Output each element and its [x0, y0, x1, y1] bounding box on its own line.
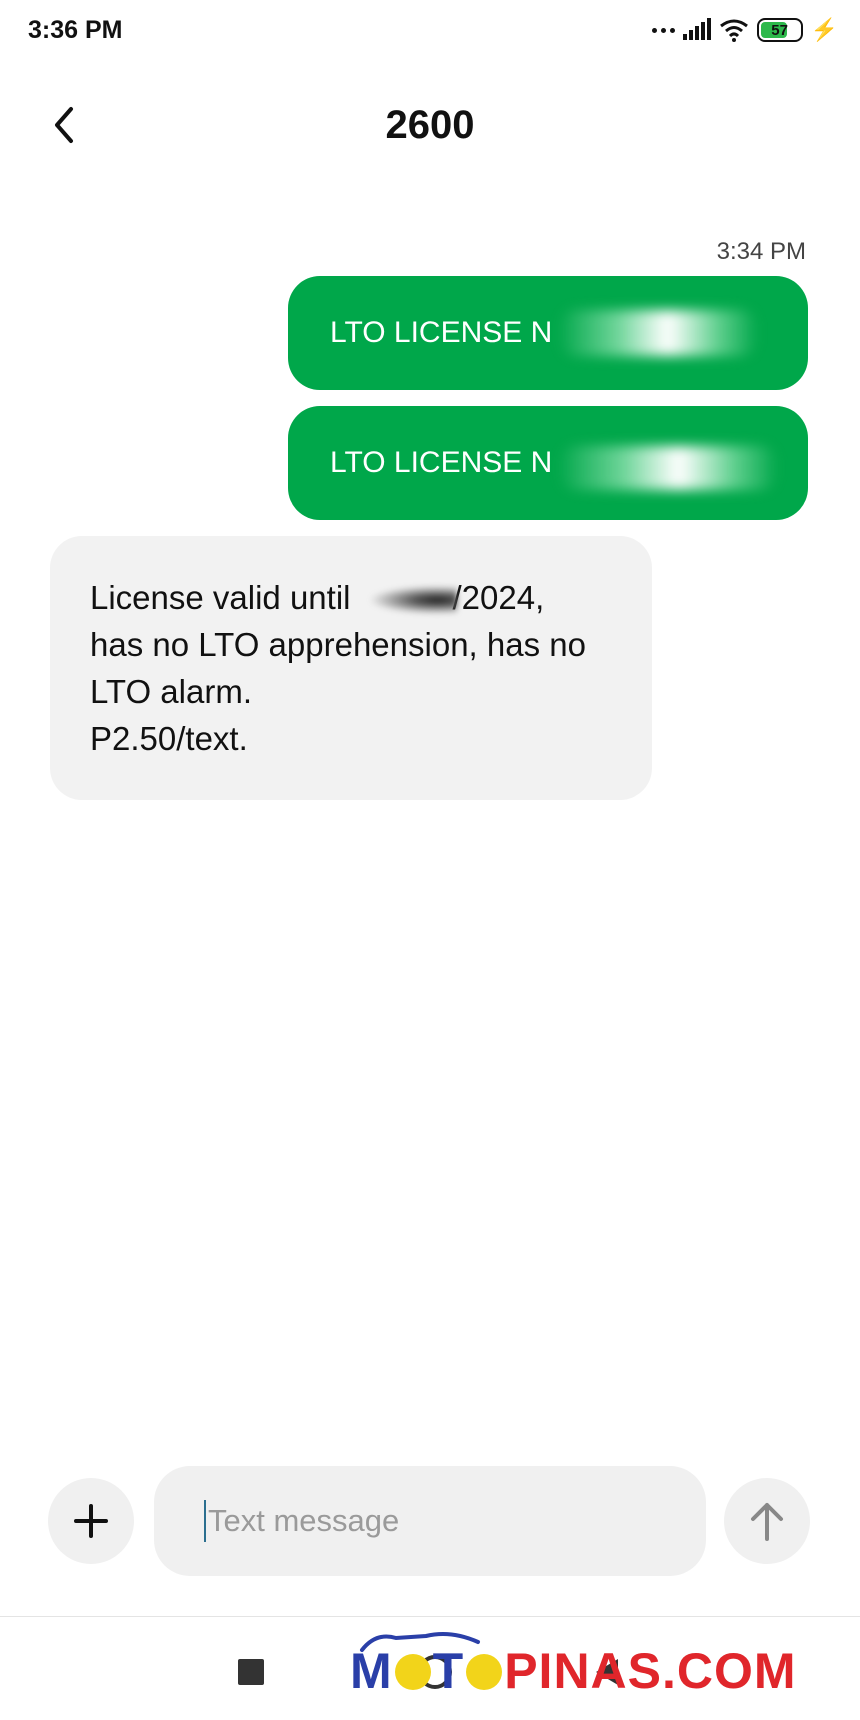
- status-bar: 3:36 PM 57 ⚡: [0, 0, 860, 60]
- outgoing-message[interactable]: LTO LICENSE N: [288, 276, 808, 390]
- message-line: has no LTO apprehension, has no: [90, 626, 586, 663]
- arrow-up-icon: [751, 1503, 783, 1541]
- text-caret: [204, 1500, 206, 1542]
- ball-icon: [394, 1653, 431, 1690]
- status-time: 3:36 PM: [28, 16, 123, 44]
- message-line: License valid until/2024,: [90, 574, 612, 621]
- battery-icon: 57: [756, 18, 803, 42]
- incoming-message[interactable]: License valid until/2024, has no LTO app…: [50, 536, 652, 800]
- more-dots-icon: [651, 27, 675, 33]
- message-input-container[interactable]: [154, 1466, 706, 1576]
- message-text: LTO LICENSE N: [330, 446, 553, 479]
- message-input[interactable]: [208, 1503, 678, 1539]
- charging-bolt-icon: ⚡: [810, 17, 838, 42]
- message-timestamp: 3:34 PM: [716, 238, 806, 265]
- wifi-icon: [719, 19, 748, 42]
- conversation-title: 2600: [385, 103, 475, 147]
- signal-icon: [682, 18, 711, 40]
- battery-level: 57: [771, 21, 788, 39]
- redaction-blur: [356, 583, 457, 618]
- redaction-blur: [558, 310, 758, 356]
- message-text: /2024,: [452, 579, 545, 616]
- message-line: P2.50/text.: [90, 720, 248, 757]
- add-attachment-button[interactable]: [48, 1478, 134, 1564]
- redaction-blur: [558, 446, 778, 490]
- message-line: LTO alarm.: [90, 673, 252, 710]
- watermark-text: M T PINAS.COM: [350, 1643, 797, 1699]
- message-text: License valid until: [90, 579, 351, 616]
- ball-icon: [466, 1653, 503, 1690]
- status-icons: 57 ⚡: [651, 16, 838, 44]
- composer-bar: [0, 1466, 860, 1578]
- send-button[interactable]: [724, 1478, 810, 1564]
- outgoing-message[interactable]: LTO LICENSE N: [288, 406, 808, 520]
- conversation-header: 2600: [0, 85, 860, 165]
- plus-icon: [74, 1504, 108, 1538]
- message-text: LTO LICENSE N: [330, 316, 553, 349]
- recents-square-icon[interactable]: [238, 1659, 264, 1685]
- watermark-logo: M T PINAS.COM: [350, 1628, 840, 1708]
